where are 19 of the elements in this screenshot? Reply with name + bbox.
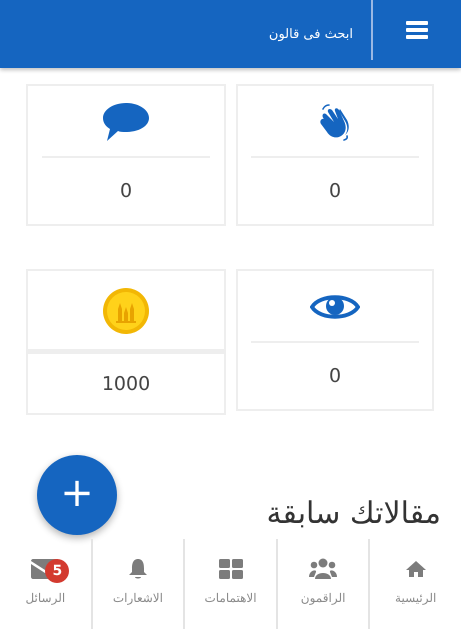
home-icon [404,560,427,578]
people-icon [309,558,338,580]
coin-icon [102,287,150,335]
grid-icon [218,559,243,579]
section-title: مقالاتك سابقة [266,496,441,530]
stat-value: 0 [328,179,342,204]
unread-count: 5 [45,559,70,583]
stat-value: 0 [120,179,132,204]
nav-item[interactable]: الرئيسية [368,539,461,629]
stat-value: 0 [328,364,342,389]
search-link[interactable]: ابحث فى قالون [268,26,353,42]
nav-item[interactable]: الاشعارات [90,539,184,629]
menu-icon [406,21,428,39]
nav-item[interactable]: الراقمون [276,539,368,629]
nav-item[interactable]: الاهتمامات [183,539,276,629]
speech-bubble-icon [101,101,151,143]
bell-icon [128,558,148,580]
add-button[interactable]: + [37,455,117,535]
stat-value: 1000 [102,372,150,396]
